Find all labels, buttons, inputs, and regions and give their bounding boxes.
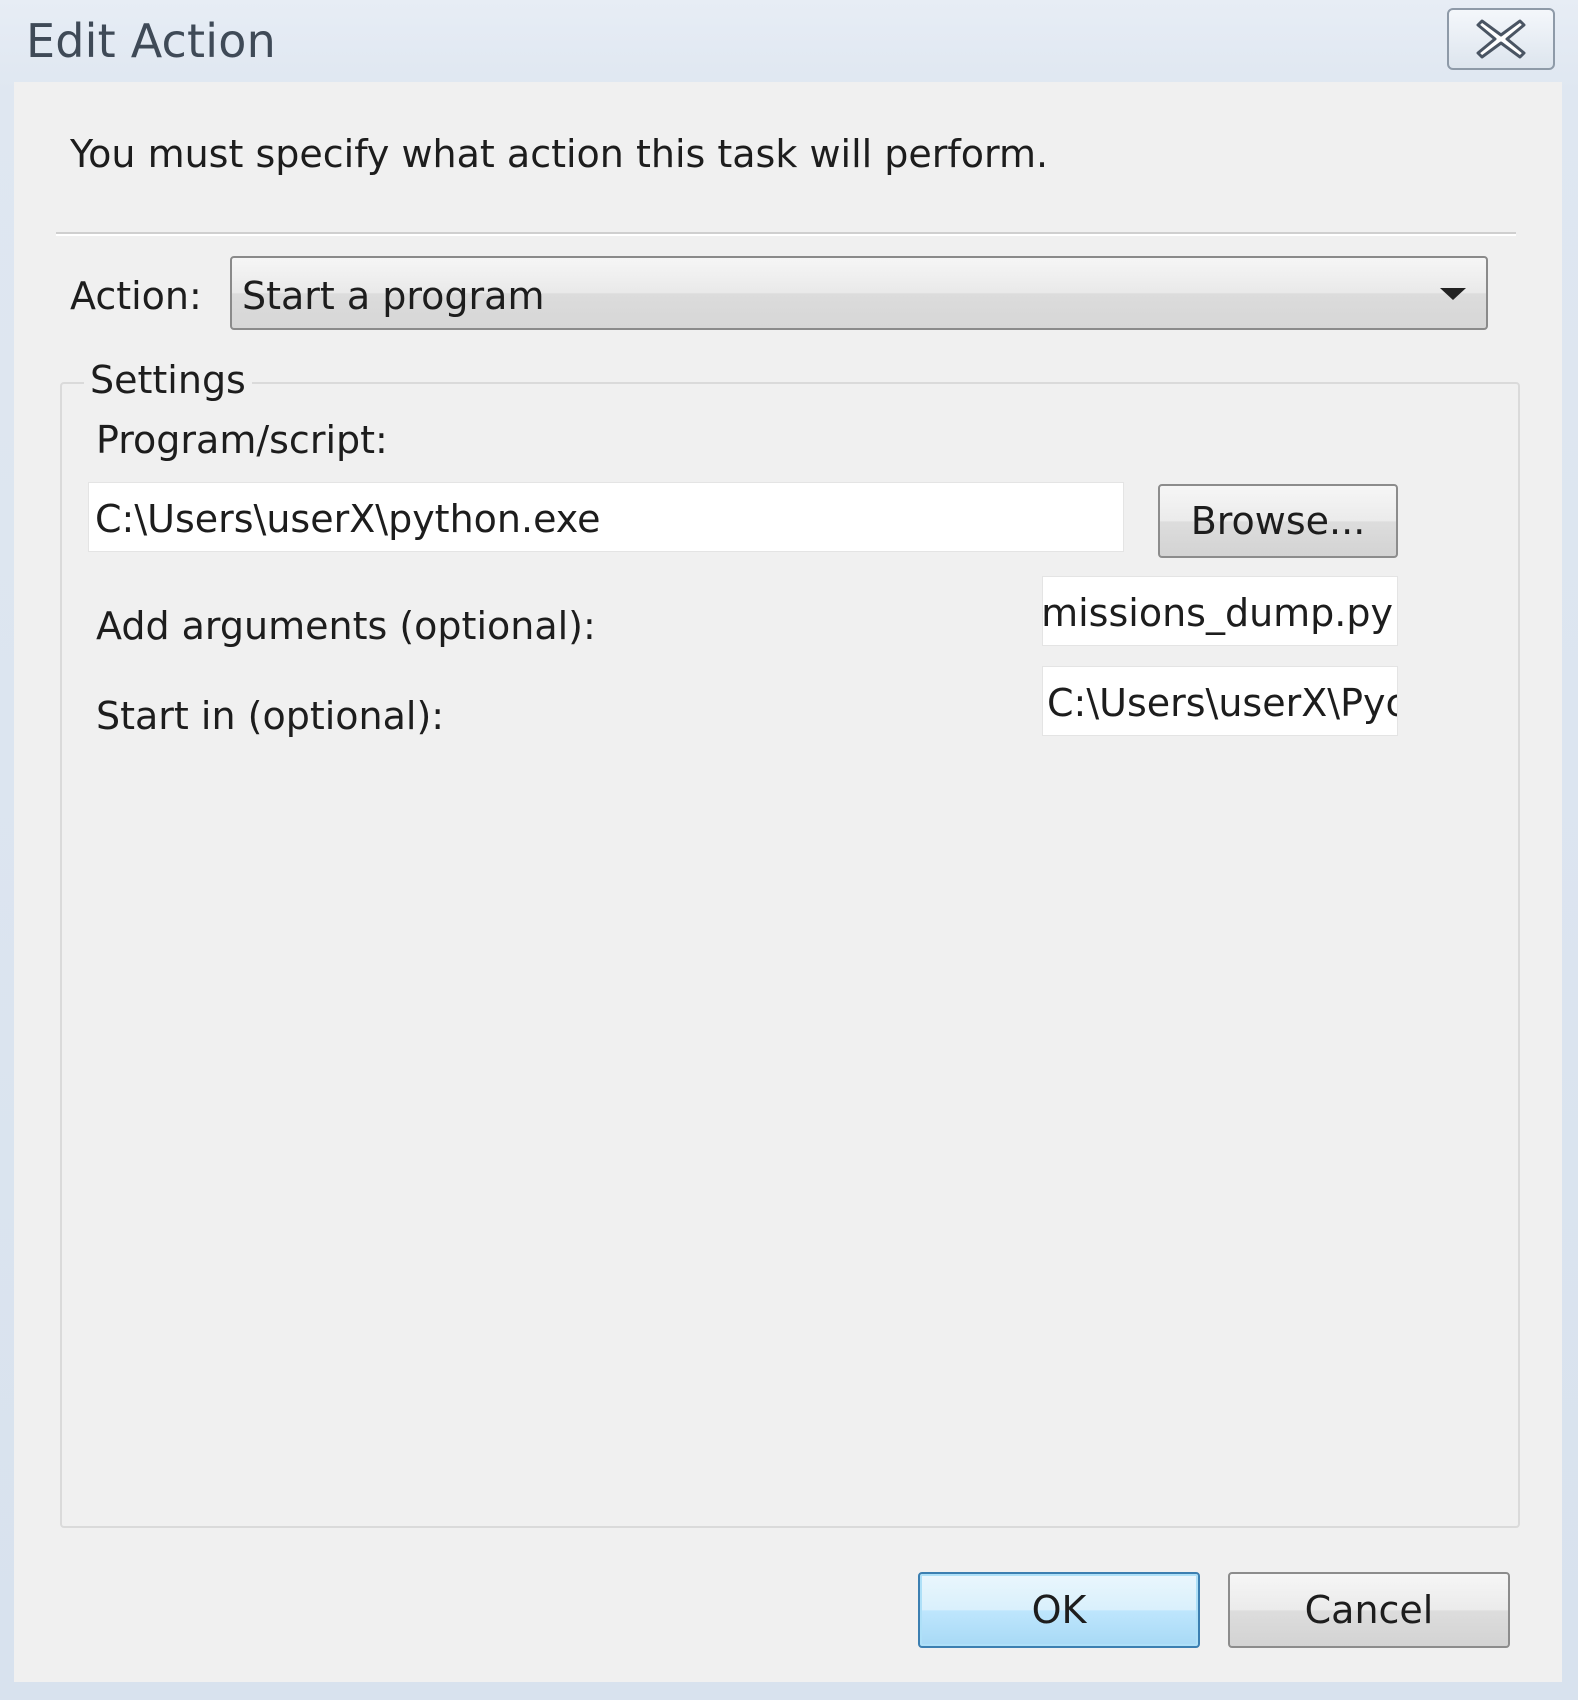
program-script-label: Program/script:: [96, 418, 388, 462]
action-dropdown-value: Start a program: [242, 274, 545, 318]
start-in-label: Start in (optional):: [96, 694, 445, 738]
start-in-value: C:\Users\userX\Pych: [1047, 681, 1398, 725]
close-button[interactable]: [1447, 8, 1555, 70]
close-icon: [1476, 19, 1526, 59]
start-in-input[interactable]: C:\Users\userX\Pych: [1042, 666, 1398, 736]
action-label: Action:: [70, 274, 202, 318]
dialog-body: You must specify what action this task w…: [14, 82, 1562, 1682]
add-arguments-input[interactable]: ermissions_dump.py: [1042, 576, 1398, 646]
instruction-text: You must specify what action this task w…: [70, 132, 1049, 176]
add-arguments-label: Add arguments (optional):: [96, 604, 596, 648]
chevron-down-icon: [1440, 288, 1466, 300]
divider: [56, 232, 1516, 236]
program-script-value: C:\Users\userX\python.exe: [95, 497, 601, 541]
settings-legend: Settings: [84, 358, 252, 402]
ok-button[interactable]: OK: [918, 1572, 1200, 1648]
dialog-title: Edit Action: [26, 14, 276, 68]
add-arguments-value: ermissions_dump.py: [1042, 591, 1393, 635]
program-script-input[interactable]: C:\Users\userX\python.exe: [88, 482, 1124, 552]
edit-action-dialog: Edit Action You must specify what action…: [0, 0, 1578, 1700]
browse-button[interactable]: Browse...: [1158, 484, 1398, 558]
cancel-button[interactable]: Cancel: [1228, 1572, 1510, 1648]
action-dropdown[interactable]: Start a program: [230, 256, 1488, 330]
